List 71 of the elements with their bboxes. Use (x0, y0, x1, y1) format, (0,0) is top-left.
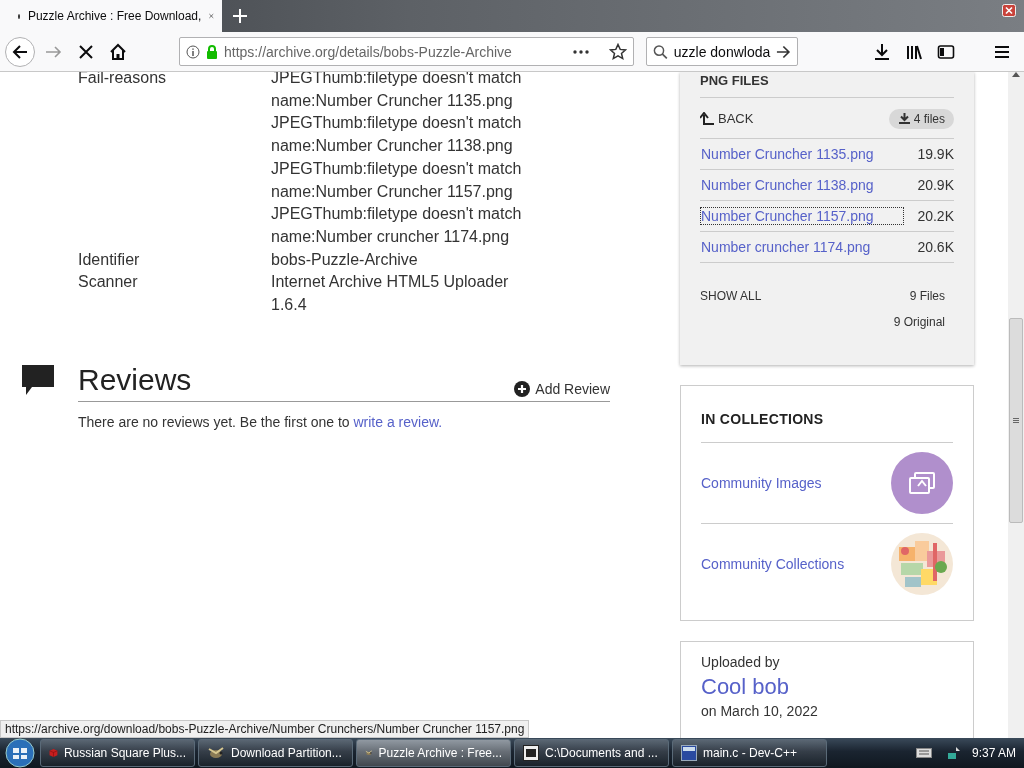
taskbar-button[interactable]: Download Partition... (198, 739, 353, 767)
browser-tab[interactable]: Puzzle Archive : Free Download, (0, 0, 222, 32)
show-all-link[interactable]: SHOW ALL (700, 289, 894, 303)
reviews-heading: Reviews (78, 362, 192, 397)
back-button[interactable] (5, 36, 35, 67)
speech-bubble-icon (20, 362, 56, 397)
scrollbar-thumb[interactable] (1009, 318, 1023, 523)
status-url: https://archive.org/download/bobs-Puzzle-Archive/Number Crunchers/Number Cruncher 1157.png (0, 720, 530, 738)
back-up-arrow-icon (700, 112, 714, 125)
lock-icon (206, 44, 218, 59)
search-field[interactable]: uzzle donwloda (646, 37, 798, 66)
upload-date: on March 10, 2022 (701, 703, 819, 719)
scrollbar[interactable] (1008, 72, 1024, 738)
home-icon[interactable] (109, 42, 127, 61)
metadata-value: JPEGThumb:filetype doesn't match name:Number Cruncher 1157.png (271, 158, 523, 202)
bookmark-star-icon[interactable] (609, 42, 627, 61)
info-icon (186, 44, 200, 59)
collection-link[interactable]: Community Collections (701, 556, 845, 572)
write-review-link[interactable]: write a review. (353, 413, 443, 430)
uploader-link[interactable]: Cool bob (701, 674, 953, 700)
metadata-value: JPEGThumb:filetype doesn't match name:Number Cruncher 1135.png (271, 72, 523, 111)
file-link[interactable]: Number cruncher 1174.png (700, 238, 904, 256)
ide-icon (681, 745, 697, 761)
file-size: 20.6K (917, 239, 954, 255)
plus-circle-icon (514, 380, 531, 397)
uploader-label: Uploaded by (701, 654, 781, 670)
window-close-icon[interactable] (1002, 4, 1016, 17)
network-icon[interactable] (945, 745, 962, 761)
file-count: 9 Files (908, 289, 945, 303)
keyboard-icon[interactable] (915, 748, 932, 758)
add-review-button[interactable]: Add Review (514, 380, 610, 397)
collections-heading: IN COLLECTIONS (701, 386, 953, 443)
file-link[interactable]: Number Cruncher 1157.png (700, 207, 904, 225)
sidebar-icon[interactable] (937, 42, 955, 61)
metadata-label: Fail-reasons (78, 72, 168, 88)
taskbar-button[interactable]: main.c - Dev-C++ (672, 739, 827, 767)
metadata-value: Internet Archive HTML5 Uploader 1.6.4 (271, 272, 510, 316)
stop-icon[interactable] (77, 42, 95, 61)
collection-mosaic-icon (891, 533, 953, 595)
metadata-value: JPEGThumb:filetype doesn't match name:Number Cruncher 1138.png (271, 113, 523, 157)
back-link[interactable]: BACK (700, 111, 754, 126)
collection-link[interactable]: Community Images (701, 475, 822, 491)
download-files-button[interactable]: 4 files (888, 108, 954, 129)
download-icon[interactable] (873, 42, 891, 61)
reviews-message: There are no reviews yet. Be the first one to write a review. (78, 413, 444, 430)
back-arrow-icon (12, 43, 28, 60)
tab-title: Puzzle Archive : Free Download, (27, 9, 202, 23)
new-tab-icon[interactable] (233, 9, 247, 23)
taskbar-button[interactable]: C:\Documents and ... (514, 739, 669, 767)
more-icon[interactable] (573, 49, 589, 54)
address-bar[interactable]: https://archive.org/details/bobs-Puzzle-Archive (179, 37, 634, 66)
collection-image-icon (891, 452, 953, 514)
clock-time: 9:37 AM (971, 746, 1016, 760)
file-link[interactable]: Number Cruncher 1135.png (700, 145, 904, 163)
metadata-value: bobs-Puzzle-Archive (271, 249, 419, 270)
metadata-label: Identifier (78, 249, 141, 270)
search-icon (653, 43, 668, 60)
file-size: 20.9K (917, 177, 954, 193)
file-size: 20.2K (917, 208, 954, 224)
original-count: 9 Original (893, 315, 945, 329)
bird-icon (207, 746, 225, 760)
go-arrow-icon[interactable] (776, 44, 791, 59)
archive-icon (523, 745, 539, 761)
grip-icon (1013, 418, 1019, 423)
download-icon (898, 113, 910, 124)
taskbar-button[interactable]: Puzzle Archive : Free... (356, 739, 511, 767)
file-size: 19.9K (917, 146, 954, 162)
metadata-label: Scanner (78, 272, 139, 293)
file-link[interactable]: Number Cruncher 1138.png (700, 176, 904, 194)
files-heading: PNG FILES (700, 72, 954, 98)
taskbar-button[interactable]: Russian Square Plus... (40, 739, 195, 767)
